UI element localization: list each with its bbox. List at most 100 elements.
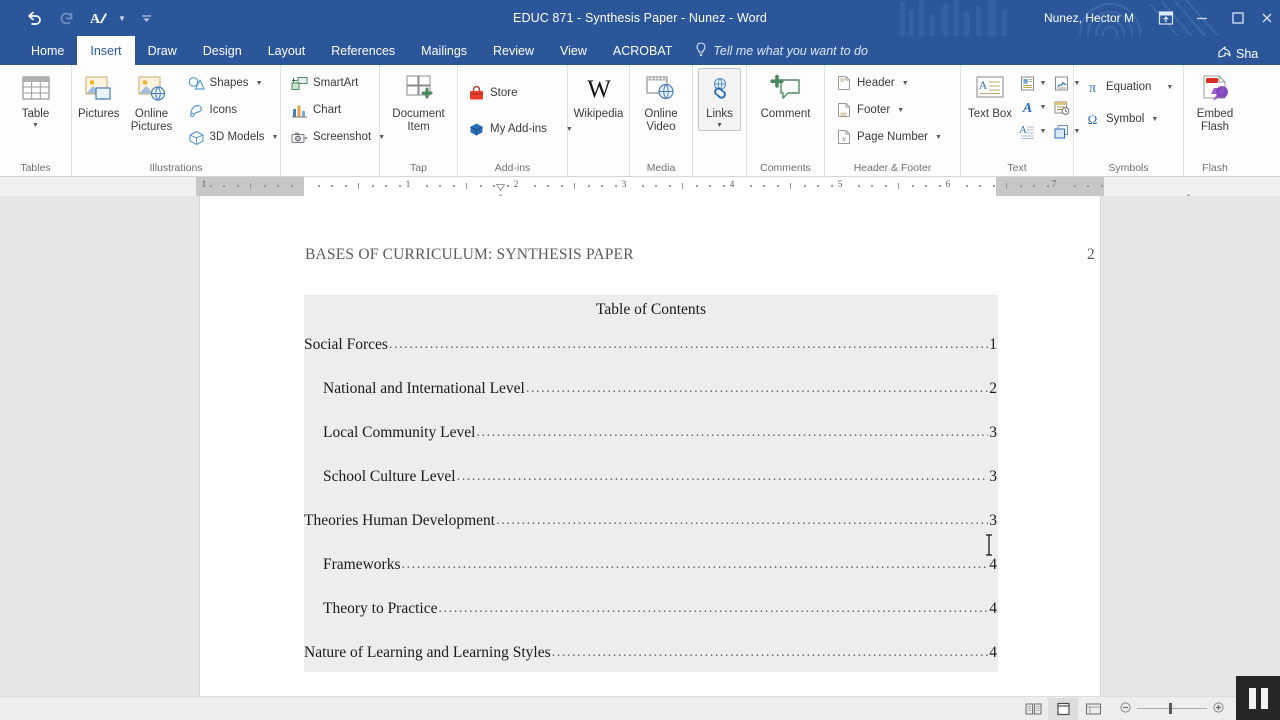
repeat-style-caret-icon[interactable]: ▼	[114, 4, 130, 32]
3d-models-button[interactable]: 3D Models ▼	[183, 124, 284, 150]
hanging-indent-marker[interactable]	[495, 188, 506, 201]
text-box-button[interactable]: A Text Box	[966, 68, 1014, 122]
ruler-tick	[601, 185, 603, 187]
minimize-icon[interactable]	[1184, 2, 1220, 34]
embed-flash-button[interactable]: Embed Flash	[1186, 68, 1244, 135]
chevron-down-icon[interactable]: ▼	[1038, 80, 1048, 87]
chevron-down-icon[interactable]: ▼	[272, 134, 279, 141]
chart-button[interactable]: Chart	[286, 97, 390, 123]
chevron-down-icon[interactable]: ▼	[716, 122, 723, 130]
object-icon[interactable]	[1050, 120, 1072, 142]
undo-icon[interactable]	[18, 4, 50, 32]
ruler-tick	[493, 185, 495, 187]
tab-view[interactable]: View	[547, 36, 600, 65]
screenshot-button[interactable]: Screenshot ▼	[286, 124, 390, 150]
zoom-slider-thumb[interactable]	[1169, 703, 1172, 714]
ribbon-group-wikipedia: W Wikipedia	[568, 65, 630, 176]
tab-mailings[interactable]: Mailings	[408, 36, 480, 65]
document-canvas[interactable]: BASES OF CURRICULUM: SYNTHESIS PAPER 2 T…	[0, 196, 1280, 720]
toc-entry[interactable]: Frameworks .............................…	[304, 556, 998, 574]
tab-design[interactable]: Design	[190, 36, 255, 65]
document-item-button[interactable]: Document Item	[390, 68, 448, 135]
toc-entry[interactable]: Local Community Level ..................…	[304, 424, 998, 442]
customize-qat-icon[interactable]	[130, 4, 162, 32]
ribbon-group-media: Online Video Media	[630, 65, 693, 176]
tab-insert[interactable]: Insert	[77, 36, 135, 65]
toc-entry[interactable]: Theory to Practice .....................…	[304, 600, 998, 618]
ruler-tick	[277, 185, 279, 187]
user-account-name[interactable]: Nunez, Hector M	[1044, 11, 1134, 25]
web-layout-icon[interactable]	[1078, 698, 1108, 720]
equation-button[interactable]: π Equation ▼	[1079, 74, 1178, 100]
store-button[interactable]: Store	[463, 80, 578, 106]
tell-me-search[interactable]: Tell me what you want to do	[685, 36, 878, 65]
toc-entry[interactable]: Social Forces ..........................…	[304, 336, 998, 354]
redo-icon[interactable]	[50, 4, 82, 32]
tab-layout[interactable]: Layout	[255, 36, 319, 65]
date-time-icon[interactable]	[1050, 96, 1072, 118]
drop-cap-icon[interactable]: A	[1016, 120, 1038, 142]
footer-button[interactable]: Footer ▼	[830, 97, 947, 123]
ruler-tick	[965, 185, 968, 187]
chevron-down-icon[interactable]: ▼	[1166, 84, 1173, 91]
signature-line-icon[interactable]	[1050, 72, 1072, 94]
share-button[interactable]: Sha	[1218, 46, 1280, 62]
wikipedia-button[interactable]: W Wikipedia	[573, 68, 625, 122]
comment-button[interactable]: Comment	[753, 68, 819, 122]
chevron-down-icon[interactable]: ▼	[897, 107, 904, 114]
chevron-down-icon[interactable]: ▼	[1038, 104, 1048, 111]
tab-acrobat[interactable]: ACROBAT	[600, 36, 686, 65]
ribbon-display-options-icon[interactable]	[1148, 2, 1184, 34]
quick-parts-icon[interactable]	[1016, 72, 1038, 94]
online-pictures-button[interactable]: Online Pictures	[123, 68, 181, 135]
print-layout-icon[interactable]	[1048, 697, 1078, 720]
my-addins-button[interactable]: My Add-ins ▼	[463, 116, 578, 142]
chevron-down-icon[interactable]: ▼	[1151, 116, 1158, 123]
toc-entry[interactable]: School Culture Level ...................…	[304, 468, 998, 486]
toc-entry[interactable]: National and International Level .......…	[304, 380, 998, 398]
online-video-button[interactable]: Online Video	[632, 68, 690, 135]
right-indent-marker[interactable]	[1183, 188, 1194, 201]
tab-references[interactable]: References	[318, 36, 408, 65]
chevron-down-icon[interactable]: ▼	[902, 80, 909, 87]
document-page[interactable]: BASES OF CURRICULUM: SYNTHESIS PAPER 2 T…	[200, 196, 1100, 720]
pictures-button[interactable]: Pictures	[77, 68, 121, 122]
table-of-contents-field[interactable]: Table of Contents Social Forces ........…	[304, 295, 998, 672]
maximize-icon[interactable]	[1220, 2, 1256, 34]
symbol-button[interactable]: Ω Symbol ▼	[1079, 106, 1178, 132]
header-button[interactable]: Header ▼	[830, 70, 947, 96]
chevron-down-icon[interactable]: ▼	[256, 80, 263, 87]
ruler-zone: 1 1 2 3 4 5 6 7	[0, 177, 1280, 201]
links-button[interactable]: Links ▼	[698, 68, 741, 131]
smartart-button[interactable]: SmartArt	[286, 70, 390, 96]
embed-flash-icon	[1199, 72, 1231, 106]
first-line-indent-marker[interactable]	[495, 178, 506, 192]
tab-review[interactable]: Review	[480, 36, 547, 65]
page-number-button[interactable]: # Page Number ▼	[830, 124, 947, 150]
read-mode-icon[interactable]	[1018, 698, 1048, 720]
chevron-down-icon[interactable]: ▼	[1038, 128, 1048, 135]
chart-label: Chart	[313, 104, 342, 116]
ruler-tick	[560, 185, 563, 187]
table-button[interactable]: Table ▼	[7, 68, 65, 131]
repeat-style-icon[interactable]: A	[82, 4, 114, 32]
chevron-down-icon[interactable]: ▼	[32, 122, 39, 130]
toc-entry[interactable]: Theories Human Development .............…	[304, 512, 998, 530]
shapes-button[interactable]: Shapes ▼	[183, 70, 284, 96]
tab-draw[interactable]: Draw	[135, 36, 190, 65]
ruler-tick	[574, 183, 575, 189]
toc-entry[interactable]: Nature of Learning and Learning Styles .…	[304, 644, 998, 662]
zoom-slider[interactable]	[1137, 703, 1207, 714]
zoom-out-icon[interactable]	[1120, 700, 1131, 718]
chevron-down-icon[interactable]: ▼	[935, 134, 942, 141]
zoom-in-icon[interactable]	[1213, 700, 1224, 718]
pause-button[interactable]	[1236, 676, 1280, 720]
horizontal-ruler[interactable]: 1 1 2 3 4 5 6 7	[196, 177, 1194, 201]
ruler-tick	[344, 185, 347, 187]
tab-home[interactable]: Home	[18, 36, 77, 65]
wikipedia-label: Wikipedia	[573, 108, 624, 120]
zoom-control[interactable]	[1120, 700, 1224, 718]
icons-button[interactable]: Icons	[183, 97, 284, 123]
wordart-icon[interactable]: A	[1016, 96, 1038, 118]
close-icon[interactable]	[1256, 2, 1278, 34]
